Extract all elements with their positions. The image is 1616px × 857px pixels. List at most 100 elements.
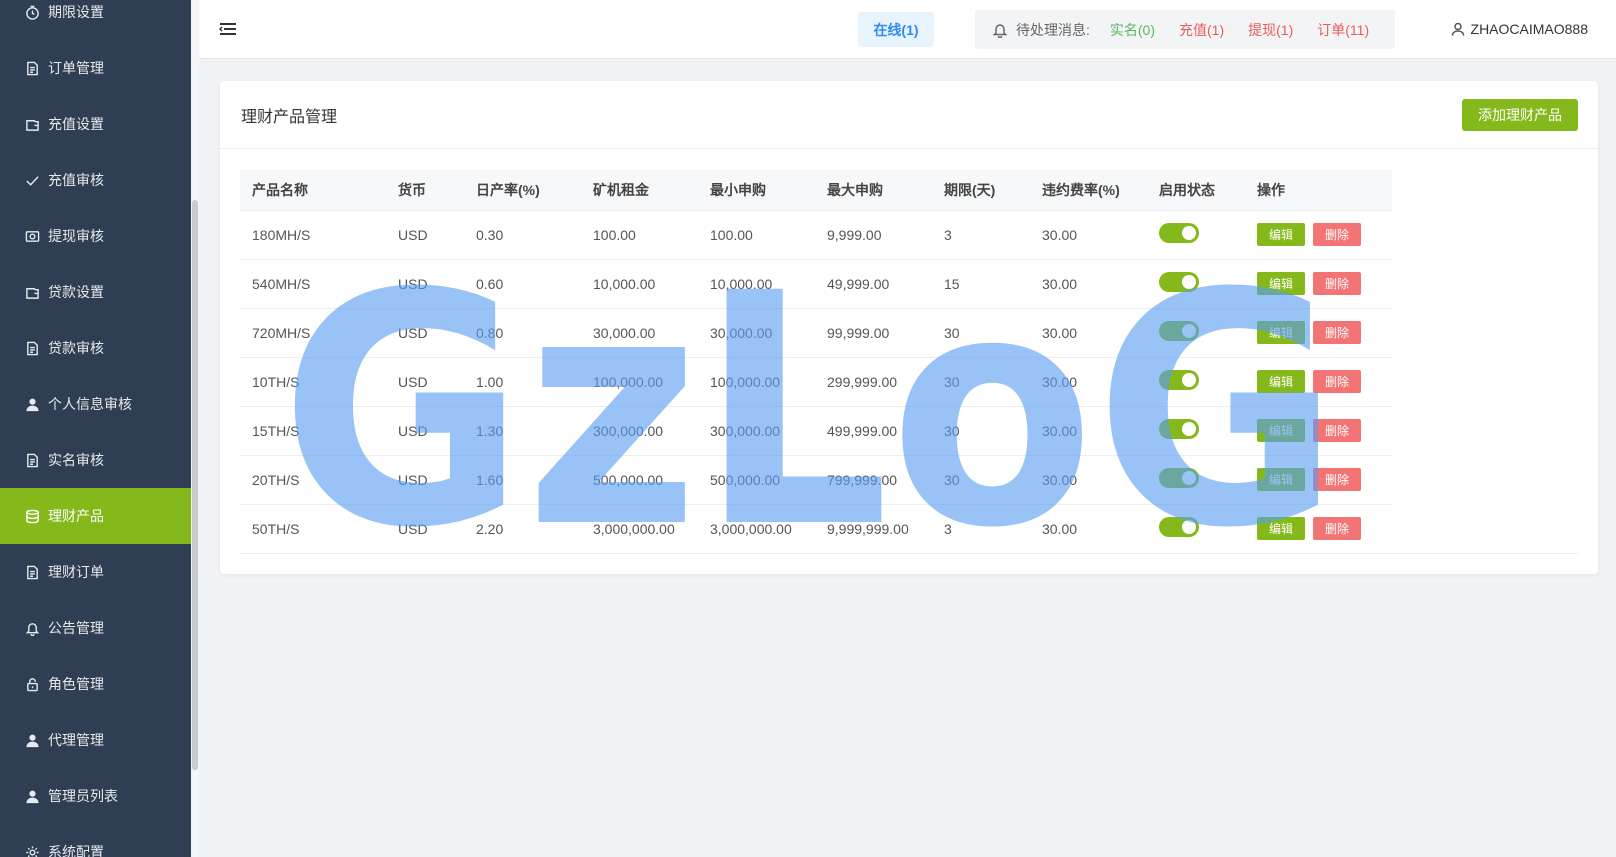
- status-toggle[interactable]: [1159, 468, 1199, 488]
- pending-order[interactable]: 订单(11): [1317, 20, 1369, 40]
- status-toggle[interactable]: [1159, 517, 1199, 537]
- user-icon: [1451, 22, 1464, 36]
- edit-button[interactable]: 编辑: [1257, 370, 1305, 393]
- table-cell: 30.00: [1030, 406, 1147, 456]
- sidebar-item-label: 理财产品: [48, 508, 104, 524]
- sidebar-item-0[interactable]: 期限设置: [0, 0, 191, 40]
- actions-cell: 编辑 删除: [1245, 357, 1392, 407]
- table-cell: 1.00: [464, 357, 581, 407]
- sidebar-item-15[interactable]: 系统配置: [0, 824, 191, 857]
- table-cell: 3: [932, 210, 1030, 260]
- sidebar-item-6[interactable]: 贷款审核: [0, 320, 191, 376]
- table-cell: 99,999.00: [815, 308, 932, 358]
- status-toggle[interactable]: [1159, 223, 1199, 243]
- table-cell: 180MH/S: [240, 210, 386, 260]
- table-row: 540MH/S USD 0.60 10,000.00 10,000.00 49,999.0…: [240, 259, 1392, 309]
- sidebar-item-5[interactable]: 贷款设置: [0, 264, 191, 320]
- sidebar-item-label: 贷款审核: [48, 340, 104, 356]
- table-header-row: 产品名称 货币 日产率(%) 矿机租金 最小申购 最大申购 期限(天) 违约费率(%) 启用状态…: [240, 170, 1392, 211]
- sidebar-item-2[interactable]: 充值设置: [0, 96, 191, 152]
- table-cell: 10,000.00: [698, 259, 815, 309]
- column-header-1: 货币: [386, 170, 464, 211]
- table-cell: 100,000.00: [698, 357, 815, 407]
- table-cell: 30: [932, 455, 1030, 505]
- delete-button[interactable]: 删除: [1313, 517, 1361, 540]
- edit-button[interactable]: 编辑: [1257, 419, 1305, 442]
- edit-button[interactable]: 编辑: [1257, 272, 1305, 295]
- pending-withdraw[interactable]: 提现(1): [1248, 20, 1293, 40]
- delete-button[interactable]: 删除: [1313, 321, 1361, 344]
- delete-button[interactable]: 删除: [1313, 370, 1361, 393]
- delete-button[interactable]: 删除: [1313, 468, 1361, 491]
- table-cell: 20TH/S: [240, 455, 386, 505]
- table-cell: 2.20: [464, 504, 581, 554]
- status-cell: [1147, 210, 1245, 260]
- status-toggle[interactable]: [1159, 370, 1199, 390]
- edit-button[interactable]: 编辑: [1257, 517, 1305, 540]
- table-cell: 0.60: [464, 259, 581, 309]
- delete-button[interactable]: 删除: [1313, 223, 1361, 246]
- table-cell: 30.00: [1030, 210, 1147, 260]
- sidebar-item-14[interactable]: 管理员列表: [0, 768, 191, 824]
- username: ZHAOCAIMAO888: [1470, 21, 1588, 37]
- check-icon: [24, 172, 40, 188]
- table-cell: 30: [932, 357, 1030, 407]
- table-cell: USD: [386, 357, 464, 407]
- pending-realname[interactable]: 实名(0): [1110, 20, 1155, 40]
- wallet-icon: [24, 116, 40, 132]
- table-cell: 100,000.00: [581, 357, 698, 407]
- status-cell: [1147, 504, 1245, 554]
- withdraw-icon: [24, 228, 40, 244]
- table-cell: 30.00: [1030, 504, 1147, 554]
- product-card: 理财产品管理 添加理财产品 产品名称 货币 日产率(%) 矿机租金 最小申购 最大申购 期限…: [220, 81, 1598, 574]
- sidebar-item-9[interactable]: 理财产品: [0, 488, 191, 544]
- table-cell: 500,000.00: [581, 455, 698, 505]
- sidebar-item-3[interactable]: 充值审核: [0, 152, 191, 208]
- status-cell: [1147, 259, 1245, 309]
- delete-button[interactable]: 删除: [1313, 419, 1361, 442]
- pending-label: 待处理消息:: [1016, 21, 1090, 38]
- status-toggle[interactable]: [1159, 272, 1199, 292]
- add-product-button[interactable]: 添加理财产品: [1462, 99, 1578, 131]
- sidebar-item-10[interactable]: 理财订单: [0, 544, 191, 600]
- actions-cell: 编辑 删除: [1245, 406, 1392, 456]
- sidebar-item-12[interactable]: 角色管理: [0, 656, 191, 712]
- edit-button[interactable]: 编辑: [1257, 321, 1305, 344]
- table-row: 720MH/S USD 0.80 30,000.00 30,000.00 99,999.0…: [240, 308, 1392, 358]
- sidebar-scrollbar-thumb[interactable]: [192, 200, 198, 770]
- pending-messages: 待处理消息: 实名(0) 充值(1) 提现(1) 订单(11): [975, 10, 1395, 49]
- edit-button[interactable]: 编辑: [1257, 223, 1305, 246]
- table-row: 10TH/S USD 1.00 100,000.00 100,000.00 299,999…: [240, 357, 1392, 407]
- sidebar-item-11[interactable]: 公告管理: [0, 600, 191, 656]
- sidebar-item-label: 充值审核: [48, 172, 104, 188]
- card-header: 理财产品管理: [220, 81, 1598, 149]
- online-badge[interactable]: 在线(1): [858, 12, 934, 47]
- menu-toggle-icon[interactable]: [218, 21, 237, 37]
- table-bottom-divider: [240, 553, 1578, 554]
- sidebar-item-13[interactable]: 代理管理: [0, 712, 191, 768]
- table-cell: 300,000.00: [581, 406, 698, 456]
- sidebar-item-label: 公告管理: [48, 620, 104, 636]
- table-cell: 9,999.00: [815, 210, 932, 260]
- document-icon: [24, 340, 40, 356]
- document-icon: [24, 452, 40, 468]
- user-menu[interactable]: ZHAOCAIMAO888: [1451, 21, 1588, 37]
- sidebar-item-4[interactable]: 提现审核: [0, 208, 191, 264]
- table-cell: 1.30: [464, 406, 581, 456]
- column-header-0: 产品名称: [240, 170, 386, 211]
- table-cell: 540MH/S: [240, 259, 386, 309]
- sidebar-item-7[interactable]: 个人信息审核: [0, 376, 191, 432]
- pending-recharge[interactable]: 充值(1): [1179, 20, 1224, 40]
- sidebar-scrollbar[interactable]: [191, 0, 199, 857]
- sidebar-item-label: 订单管理: [48, 60, 104, 76]
- status-toggle[interactable]: [1159, 419, 1199, 439]
- top-header: 在线(1) 待处理消息: 实名(0) 充值(1) 提现(1) 订单(11) ZH…: [199, 0, 1616, 59]
- edit-button[interactable]: 编辑: [1257, 468, 1305, 491]
- status-toggle[interactable]: [1159, 321, 1199, 341]
- delete-button[interactable]: 删除: [1313, 272, 1361, 295]
- sidebar-item-1[interactable]: 订单管理: [0, 40, 191, 96]
- table-cell: USD: [386, 308, 464, 358]
- table-cell: 100.00: [581, 210, 698, 260]
- sidebar-item-8[interactable]: 实名审核: [0, 432, 191, 488]
- sidebar-menu: 期限设置订单管理充值设置充值审核提现审核 贷款设置贷款审核个人信息审核 实名审核理财…: [0, 0, 191, 857]
